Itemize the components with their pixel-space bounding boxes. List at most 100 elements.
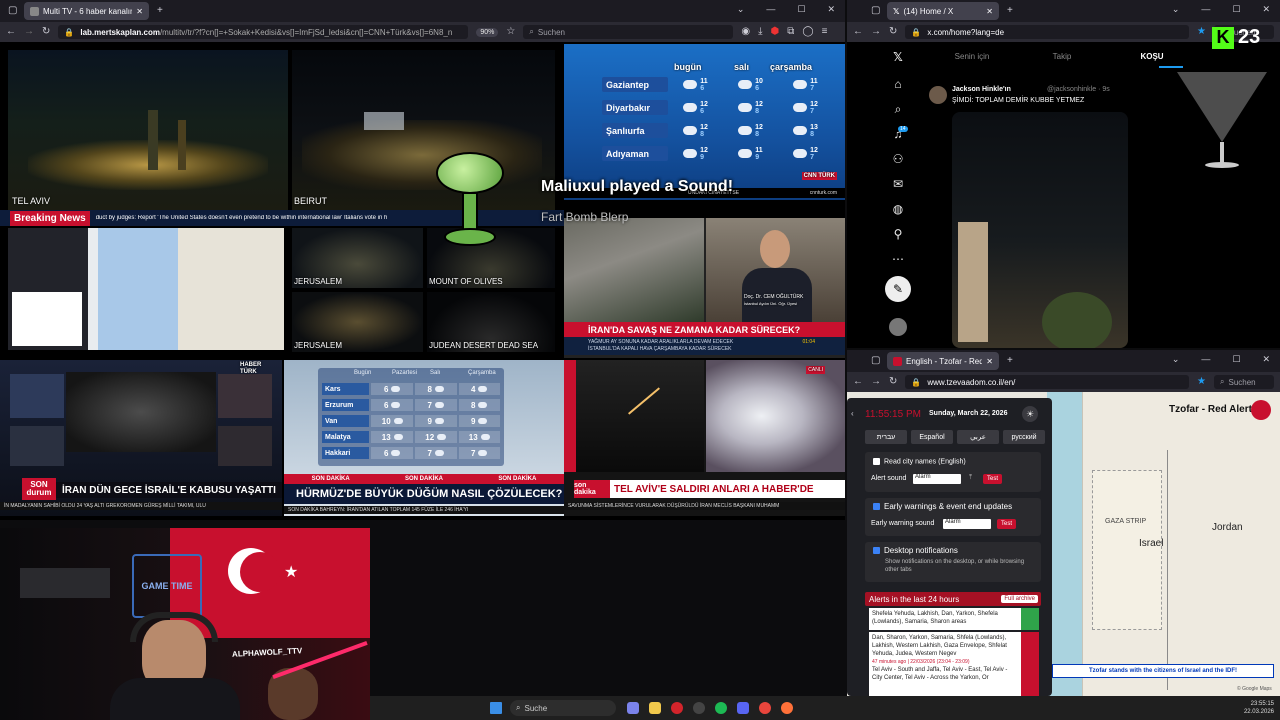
minimize-icon[interactable]: — <box>1201 4 1210 15</box>
download-icon[interactable]: ⤓ <box>758 27 762 37</box>
tile-cnn-interview[interactable]: Doç. Dr. CEM OĞULTÜRK İstanbul Aydın Üni… <box>564 218 845 358</box>
firefox-icon[interactable] <box>781 702 793 714</box>
forward-icon[interactable]: → <box>871 377 881 387</box>
bookmark-star-icon[interactable]: ☆ <box>506 27 515 37</box>
tile-beirut[interactable]: BEIRUT <box>292 50 555 210</box>
reload-icon[interactable]: ↻ <box>42 27 50 37</box>
early-warning-row[interactable]: Early warnings & event end updates <box>873 502 1012 511</box>
tab-close-icon[interactable]: ✕ <box>986 357 993 366</box>
close-window-icon[interactable]: ✕ <box>1262 354 1270 365</box>
tab-list-icon[interactable]: ▢ <box>8 6 17 16</box>
taskbar-search[interactable]: ⌕ Suche <box>510 700 616 716</box>
profile-icon[interactable]: ⚲ <box>891 227 905 241</box>
lang-russian-button[interactable]: русский <box>1003 430 1045 444</box>
tab-overflow-icon[interactable]: ⌄ <box>737 4 745 15</box>
teams-icon[interactable] <box>627 702 639 714</box>
early-warning-checkbox[interactable] <box>873 503 880 511</box>
alert-item-2[interactable]: Dan, Sharon, Yarkon, Samaria, Shfela (Lo… <box>869 632 1021 696</box>
menu-icon[interactable]: ≡ <box>822 27 828 37</box>
tab-multitv[interactable]: Multi TV - 6 haber kanalını aynı ✕ <box>24 2 149 20</box>
tile-haberturk[interactable]: HABER TÜRK SON durum İRAN DÜN GECE İSRAİ… <box>0 360 282 516</box>
post-video[interactable] <box>952 112 1128 348</box>
zoom-badge[interactable]: 90% <box>476 27 499 37</box>
close-window-icon[interactable]: ✕ <box>1262 4 1270 15</box>
reload-icon[interactable]: ↻ <box>889 377 897 387</box>
tile-a-haber[interactable]: CANLI son dakika TEL AVİV'E SALDIRI ANLA… <box>564 360 845 516</box>
early-sound-test-button[interactable]: Test <box>997 519 1017 529</box>
new-tab-icon[interactable]: + <box>157 6 163 16</box>
home-icon[interactable]: ⌂ <box>891 77 905 91</box>
tab-kosu[interactable]: KOŞU <box>1107 44 1197 68</box>
back-icon[interactable]: ← <box>853 27 863 37</box>
multitv-search-bar[interactable]: ⌕ Suchen <box>523 25 734 39</box>
lang-hebrew-button[interactable]: עברית <box>865 430 907 444</box>
pocket-icon[interactable]: ◉ <box>741 27 750 37</box>
new-tab-icon[interactable]: + <box>1007 356 1013 366</box>
minimize-icon[interactable]: — <box>1201 354 1210 365</box>
red-alert-logo-icon[interactable] <box>1251 400 1271 420</box>
account-avatar[interactable] <box>889 318 907 336</box>
tile-jerusalem-2[interactable]: JERUSALEM <box>292 292 423 352</box>
alert-url-bar[interactable]: 🔒 www.tzevaadom.co.il/en/ <box>905 375 1190 389</box>
messages-icon[interactable]: ✉ <box>891 177 905 191</box>
opera-icon[interactable] <box>671 702 683 714</box>
new-tab-icon[interactable]: + <box>1007 6 1013 16</box>
tab-close-icon[interactable]: ✕ <box>136 7 143 16</box>
tab-overflow-icon[interactable]: ⌄ <box>1172 354 1180 365</box>
read-city-row[interactable]: Read city names (English) <box>873 458 966 465</box>
follow-icon[interactable]: ⚇ <box>891 152 905 166</box>
maximize-icon[interactable]: ☐ <box>797 4 805 15</box>
collapse-icon[interactable]: ‹ <box>851 410 854 418</box>
tile-tel-aviv[interactable]: TEL AVIV <box>8 50 288 210</box>
post-author[interactable]: Jackson Hinkle'ın <box>952 86 1011 93</box>
alert-search-bar[interactable]: ⌕ Suchen <box>1214 375 1274 389</box>
file-explorer-icon[interactable] <box>649 702 661 714</box>
chrome-icon[interactable] <box>759 702 771 714</box>
reload-icon[interactable]: ↻ <box>889 27 897 37</box>
alert-sound-select[interactable]: Alarm <box>913 474 961 484</box>
adblock-icon[interactable]: ⬢ <box>771 27 780 37</box>
desktop-notif-row[interactable]: Desktop notifications <box>873 546 958 555</box>
x-logo-icon[interactable]: 𝕏 <box>891 50 905 64</box>
idf-banner[interactable]: Tzofar stands with the citizens of Israe… <box>1052 664 1274 678</box>
early-sound-select[interactable]: Alarm <box>943 519 991 529</box>
full-archive-button[interactable]: Full archive <box>1001 595 1038 603</box>
tile-alert-map[interactable] <box>8 228 284 350</box>
x-url-bar[interactable]: 🔒 x.com/home?lang=de <box>905 25 1190 39</box>
grok-icon[interactable]: ◍ <box>891 202 905 216</box>
lang-arabic-button[interactable]: عربي <box>957 430 999 444</box>
desktop-notif-checkbox[interactable] <box>873 547 880 555</box>
discord-icon[interactable] <box>737 702 749 714</box>
sound-upload-icon[interactable]: ⤒ <box>969 474 972 482</box>
maximize-icon[interactable]: ☐ <box>1232 354 1240 365</box>
bookmark-star-icon[interactable]: ★ <box>1197 377 1206 387</box>
obs-icon[interactable] <box>693 702 705 714</box>
post-handle[interactable]: @jacksonhinkle · 9s <box>1047 86 1110 93</box>
lang-spanish-button[interactable]: Español <box>911 430 953 444</box>
tab-x-home[interactable]: 𝕏 (14) Home / X ✕ <box>887 2 999 20</box>
start-button-icon[interactable] <box>490 702 502 714</box>
extensions-icon[interactable]: ⧉ <box>787 27 794 37</box>
spotify-icon[interactable] <box>715 702 727 714</box>
taskbar-clock[interactable]: 23:55:15 22.03.2026 <box>1244 700 1274 716</box>
tab-list-icon[interactable]: ▢ <box>871 356 880 366</box>
multitv-url-bar[interactable]: 🔒 lab.mertskaplan.com/multitv/tr/?f?cn[]… <box>58 25 469 39</box>
minimize-icon[interactable]: — <box>766 4 775 15</box>
tab-for-you[interactable]: Senin için <box>927 44 1017 68</box>
close-window-icon[interactable]: ✕ <box>827 4 835 15</box>
theme-toggle-icon[interactable]: ☀ <box>1022 406 1038 422</box>
read-city-checkbox[interactable] <box>873 458 880 465</box>
bookmark-star-icon[interactable]: ★ <box>1197 27 1206 37</box>
forward-icon[interactable]: → <box>24 27 34 37</box>
tile-jerusalem-1[interactable]: JERUSALEM <box>292 228 423 288</box>
explore-icon[interactable]: ⌕ <box>891 102 905 116</box>
tile-weather-cnn[interactable]: bugün salı çarşamba Gaziantep 11 6 10 6 11 7 Di… <box>564 44 845 200</box>
maximize-icon[interactable]: ☐ <box>1232 4 1240 15</box>
tab-red-alert[interactable]: English - Tzofar - Red Alert ✕ <box>887 352 999 370</box>
account-icon[interactable]: ◯ <box>802 27 813 37</box>
post-avatar[interactable] <box>929 86 947 104</box>
post-button[interactable]: ✎ <box>885 276 911 302</box>
tab-following[interactable]: Takip <box>1017 44 1107 68</box>
tab-overflow-icon[interactable]: ⌄ <box>1172 4 1180 15</box>
back-icon[interactable]: ← <box>853 377 863 387</box>
